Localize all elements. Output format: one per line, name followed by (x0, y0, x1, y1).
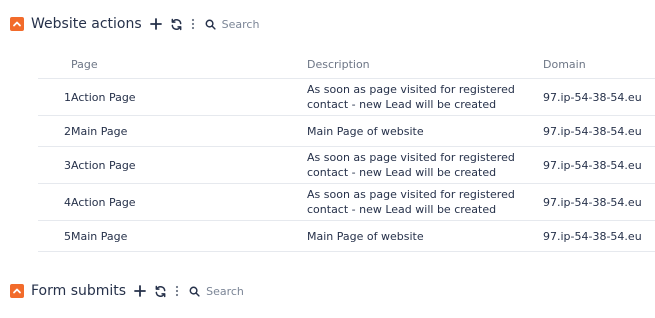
row-number: 4 (38, 183, 71, 221)
website-actions-header: Website actions (10, 14, 312, 34)
form-submits-title: Form submits (31, 283, 127, 299)
chevron-up-icon (13, 21, 21, 27)
row-domain: 97.ip-54-38-54.eu (543, 146, 655, 184)
website-actions-more-button[interactable] (191, 18, 195, 30)
row-domain: 97.ip-54-38-54.eu (543, 78, 655, 116)
column-header-domain[interactable]: Domain (543, 50, 655, 79)
search-icon (205, 19, 216, 30)
plus-icon (134, 285, 146, 297)
row-description: Main Page of website (307, 220, 543, 252)
website-actions-search-input[interactable] (215, 17, 312, 31)
chevron-up-icon (13, 288, 21, 294)
row-number: 3 (38, 146, 71, 184)
column-header-number (38, 50, 71, 79)
form-submits-search-input[interactable] (200, 284, 297, 298)
table-row[interactable]: 1 Action Page As soon as page visited fo… (38, 78, 655, 116)
table-row[interactable]: 2 Main Page Main Page of website 97.ip-5… (38, 115, 655, 147)
table-row[interactable]: 3 Action Page As soon as page visited fo… (38, 146, 655, 184)
website-actions-refresh-button[interactable] (170, 18, 183, 31)
form-submits-add-button[interactable] (134, 285, 146, 297)
form-submits-refresh-button[interactable] (154, 285, 167, 298)
row-domain: 97.ip-54-38-54.eu (543, 183, 655, 221)
search-icon (189, 286, 200, 297)
row-description: As soon as page visited for registered c… (307, 183, 543, 221)
website-actions-collapse-button[interactable] (10, 17, 24, 31)
row-page: Action Page (71, 183, 307, 221)
website-actions-add-button[interactable] (149, 18, 162, 30)
column-header-description[interactable]: Description (307, 50, 543, 79)
form-submits-collapse-button[interactable] (10, 284, 24, 298)
row-number: 1 (38, 78, 71, 116)
refresh-icon (171, 18, 182, 30)
refresh-icon (155, 285, 166, 297)
row-page: Main Page (71, 115, 307, 147)
row-number: 2 (38, 115, 71, 147)
form-submits-more-button[interactable] (175, 285, 179, 297)
row-domain: 97.ip-54-38-54.eu (543, 220, 655, 252)
table-row[interactable]: 4 Action Page As soon as page visited fo… (38, 183, 655, 221)
more-vertical-icon (175, 285, 179, 297)
website-actions-title: Website actions (31, 16, 142, 32)
row-number: 5 (38, 220, 71, 252)
row-description: Main Page of website (307, 115, 543, 147)
form-submits-search (189, 284, 297, 298)
row-description: As soon as page visited for registered c… (307, 78, 543, 116)
website-actions-table: Page Description Domain 1 Action Page As… (38, 50, 655, 252)
form-submits-header: Form submits (10, 281, 297, 301)
row-description: As soon as page visited for registered c… (307, 146, 543, 184)
row-page: Main Page (71, 220, 307, 252)
table-header-row: Page Description Domain (38, 50, 655, 79)
more-vertical-icon (191, 18, 194, 30)
row-page: Action Page (71, 78, 307, 116)
website-actions-search (205, 17, 312, 31)
plus-icon (149, 18, 162, 30)
column-header-page[interactable]: Page (71, 50, 307, 79)
row-domain: 97.ip-54-38-54.eu (543, 115, 655, 147)
row-page: Action Page (71, 146, 307, 184)
table-row[interactable]: 5 Main Page Main Page of website 97.ip-5… (38, 220, 655, 252)
